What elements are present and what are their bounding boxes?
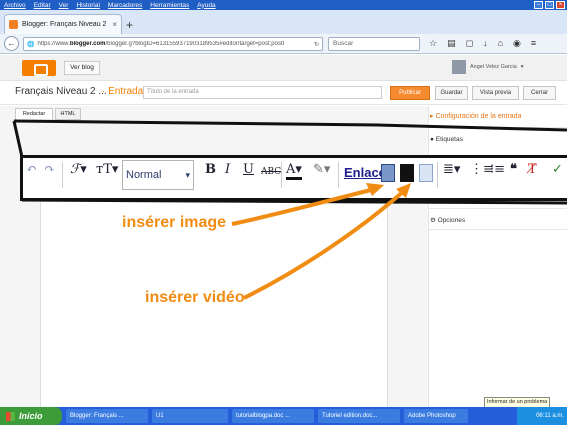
taskbar-item-folder[interactable]: U1: [152, 409, 228, 423]
annotation-arrows: [231, 183, 411, 300]
taskbar-item-photoshop[interactable]: Adobe Photoshop: [404, 409, 468, 423]
taskbar: Inicio Blogger: Français ... U1 tutorial…: [0, 407, 567, 425]
insert-image-annotation: insérer image: [122, 214, 227, 231]
insert-video-annotation: insérer vidéo: [145, 289, 245, 306]
taskbar-item-firefox[interactable]: Blogger: Français ...: [66, 409, 148, 423]
clock: 06:11 a.m.: [536, 413, 564, 419]
start-button[interactable]: Inicio: [0, 407, 62, 425]
taskbar-item-doc1[interactable]: tutorialblogpa.doc ...: [232, 409, 314, 423]
system-tray: 06:11 a.m.: [517, 407, 567, 425]
windows-logo-icon: [6, 411, 15, 421]
taskbar-item-doc2[interactable]: Tutoriel edition.doc...: [318, 409, 400, 423]
